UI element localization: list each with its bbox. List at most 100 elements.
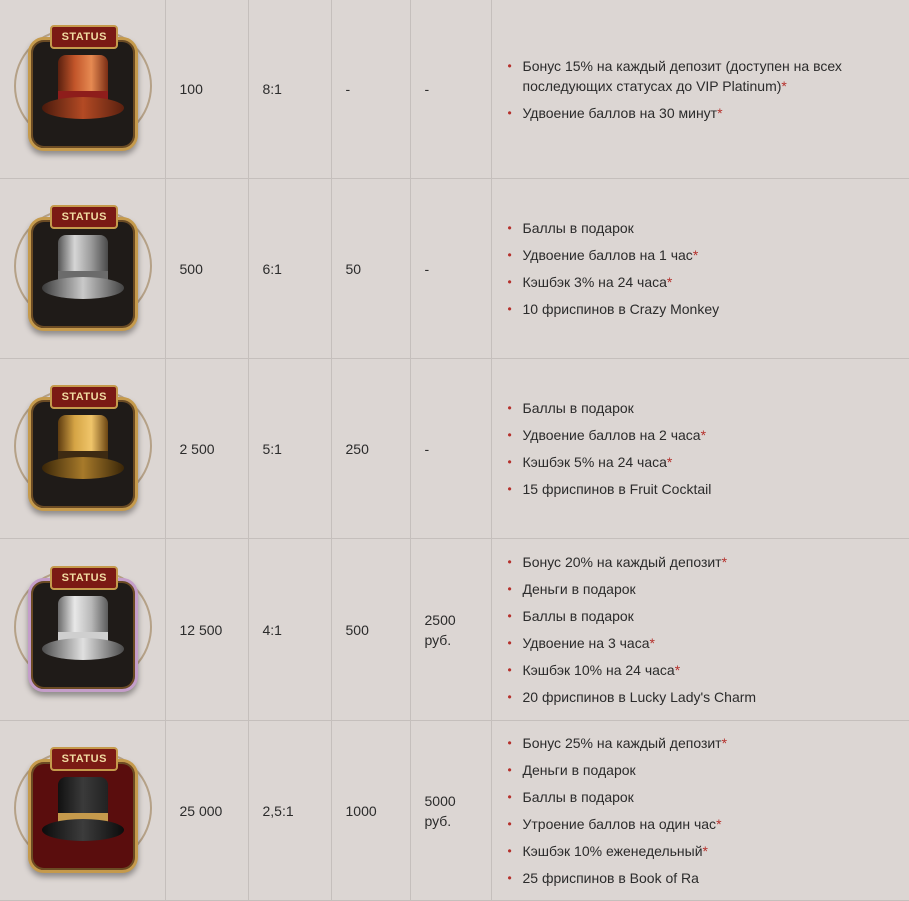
- status-badge-icon: STATUS: [14, 199, 153, 339]
- footnote-star: *: [674, 662, 681, 678]
- list-item: • Баллы в подарок: [506, 606, 901, 626]
- perks-cell: • Бонус 25% на каждый депозит* • Деньги в п…: [490, 720, 909, 901]
- cash-gift-text: -: [424, 81, 430, 97]
- perk-text: Удвоение на 3 часа: [522, 635, 650, 651]
- footnote-star: *: [721, 735, 728, 751]
- cash-gift-text: 5000: [424, 792, 456, 809]
- list-item: • Бонус 20% на каждый депозит*: [506, 552, 901, 572]
- perk-text: Кэшбэк 3% на 24 часа: [522, 274, 667, 290]
- table-row: STATUS 12 500 4:1 500 2500 руб. • Бонус 20% на …: [0, 538, 909, 721]
- status-badge-icon: STATUS: [14, 379, 153, 519]
- footnote-star: *: [716, 816, 722, 832]
- bullet-icon: •: [507, 105, 512, 120]
- points-cell: 100: [164, 0, 249, 179]
- bonus-cell: -: [330, 0, 411, 179]
- perk-text: Баллы в подарок: [522, 789, 634, 805]
- list-item: • Удвоение баллов на 30 минут*: [506, 103, 901, 123]
- list-item: • 25 фриспинов в Book of Ra: [506, 868, 901, 888]
- perks-list: • Баллы в подарок • Удвоение баллов на 1 ча…: [506, 218, 901, 319]
- perks-list: • Бонус 20% на каждый депозит* • Деньги в п…: [506, 552, 901, 707]
- perks-list: • Баллы в подарок • Удвоение баллов на 2 ча…: [506, 398, 901, 499]
- status-levels-table: STATUS 100 8:1- - • Бонус 15% на каждый депоз…: [0, 0, 909, 901]
- bullet-icon: •: [507, 844, 512, 858]
- bonus-cell: 1000: [330, 720, 411, 901]
- perk-text: Удвоение баллов на 1 час: [522, 247, 693, 263]
- bullet-icon: •: [507, 401, 512, 415]
- bullet-icon: •: [507, 817, 512, 831]
- bullet-icon: •: [507, 763, 512, 777]
- bullet-icon: •: [507, 302, 512, 316]
- perk-text: Удвоение баллов на 30 минут: [522, 104, 718, 121]
- cash-gift-cell: -: [409, 178, 492, 359]
- bullet-icon: •: [507, 609, 512, 623]
- perk-text: Баллы в подарок: [522, 220, 634, 236]
- bullet-icon: •: [507, 871, 512, 885]
- list-item: • Кэшбэк 10% на 24 часа*: [506, 660, 901, 680]
- hat-brim: [42, 456, 125, 479]
- perk-text: Удвоение баллов на 2 часа: [522, 427, 701, 443]
- bullet-icon: •: [507, 248, 512, 262]
- list-item: • Удвоение баллов на 2 часа*: [506, 425, 901, 445]
- perk-text: 20 фриспинов в Lucky Lady's Charm: [522, 689, 757, 705]
- hat-brim: [42, 818, 125, 841]
- bullet-icon: •: [507, 555, 512, 569]
- points-cell: 25 000: [164, 720, 249, 901]
- list-item: • Кэшбэк 5% на 24 часа*: [506, 452, 901, 472]
- list-item: • Кэшбэк 10% еженедельный*: [506, 841, 901, 861]
- list-item: • Удвоение на 3 часа*: [506, 633, 901, 653]
- perk-text: Бонус 15% на каждый депозит (доступен на…: [522, 57, 842, 94]
- list-item: • Деньги в подарок: [506, 579, 901, 599]
- table-row: STATUS 2 500 5:1 250- • Баллы в подарок • Удвое…: [0, 358, 909, 539]
- table-row: STATUS 25 000 2,5:1 1000 5000 руб. • Бонус 25% …: [0, 720, 909, 901]
- perks-list: • Бонус 15% на каждый депозит (доступен н…: [506, 56, 901, 123]
- perk-text: Бонус 20% на каждый депозит: [522, 554, 722, 570]
- points-cell: 12 500: [164, 538, 249, 721]
- list-item: • Бонус 15% на каждый депозит (доступен н…: [506, 56, 901, 96]
- cash-gift-cell: 5000 руб.: [409, 720, 492, 901]
- cash-gift-text: 2500: [424, 611, 456, 628]
- ratio-cell: 5:1: [247, 358, 332, 539]
- ratio-cell: 2,5:1: [247, 720, 332, 901]
- footnote-star: *: [666, 274, 673, 290]
- perk-text: Бонус 25% на каждый депозит: [522, 735, 722, 751]
- status-plate: STATUS: [50, 204, 119, 229]
- bullet-icon: •: [507, 275, 512, 289]
- perk-text: 25 фриспинов в Book of Ra: [522, 870, 699, 886]
- ratio-cell: 6:1: [247, 178, 332, 359]
- cash-gift-cell: -: [409, 358, 492, 539]
- status-plate: STATUS: [50, 384, 119, 409]
- list-item: • Баллы в подарок: [506, 787, 901, 807]
- table-row: STATUS 500 6:1 50- • Баллы в подарок • Удвоение…: [0, 178, 909, 359]
- status-badge-icon: STATUS: [14, 560, 153, 700]
- bullet-icon: •: [507, 690, 512, 704]
- cash-gift-cell: -: [409, 0, 492, 179]
- status-badge-icon: STATUS: [14, 741, 153, 881]
- status-plate: STATUS: [50, 746, 119, 771]
- hat-brim: [42, 276, 125, 299]
- bonus-cell: 250: [330, 358, 411, 539]
- footnote-star: *: [721, 554, 728, 570]
- list-item: • Кэшбэк 3% на 24 часа*: [506, 272, 901, 292]
- list-item: • Баллы в подарок: [506, 398, 901, 418]
- perk-text: Утроение баллов на один час: [522, 816, 717, 832]
- list-item: • 15 фриспинов в Fruit Cocktail: [506, 479, 901, 499]
- hat-brim: [42, 97, 125, 119]
- bullet-icon: •: [507, 221, 512, 235]
- cash-gift-cell: 2500 руб.: [409, 538, 492, 721]
- perk-text: Кэшбэк 10% еженедельный: [522, 843, 703, 859]
- bonus-cell: 50: [330, 178, 411, 359]
- list-item: • Баллы в подарок: [506, 218, 901, 238]
- bullet-icon: •: [507, 663, 512, 677]
- bullet-icon: •: [507, 455, 512, 469]
- perk-text: Баллы в подарок: [522, 608, 634, 624]
- cash-gift-text: руб.: [424, 631, 452, 648]
- list-item: • Деньги в подарок: [506, 760, 901, 780]
- status-icon-cell: STATUS: [0, 538, 166, 721]
- footnote-star: *: [702, 843, 708, 859]
- footnote-star: *: [666, 454, 673, 470]
- footnote-star: *: [700, 427, 707, 443]
- status-icon-cell: STATUS: [0, 178, 166, 359]
- footnote-star: *: [781, 77, 787, 94]
- cash-gift-text: руб.: [424, 812, 452, 829]
- status-icon-cell: STATUS: [0, 358, 166, 539]
